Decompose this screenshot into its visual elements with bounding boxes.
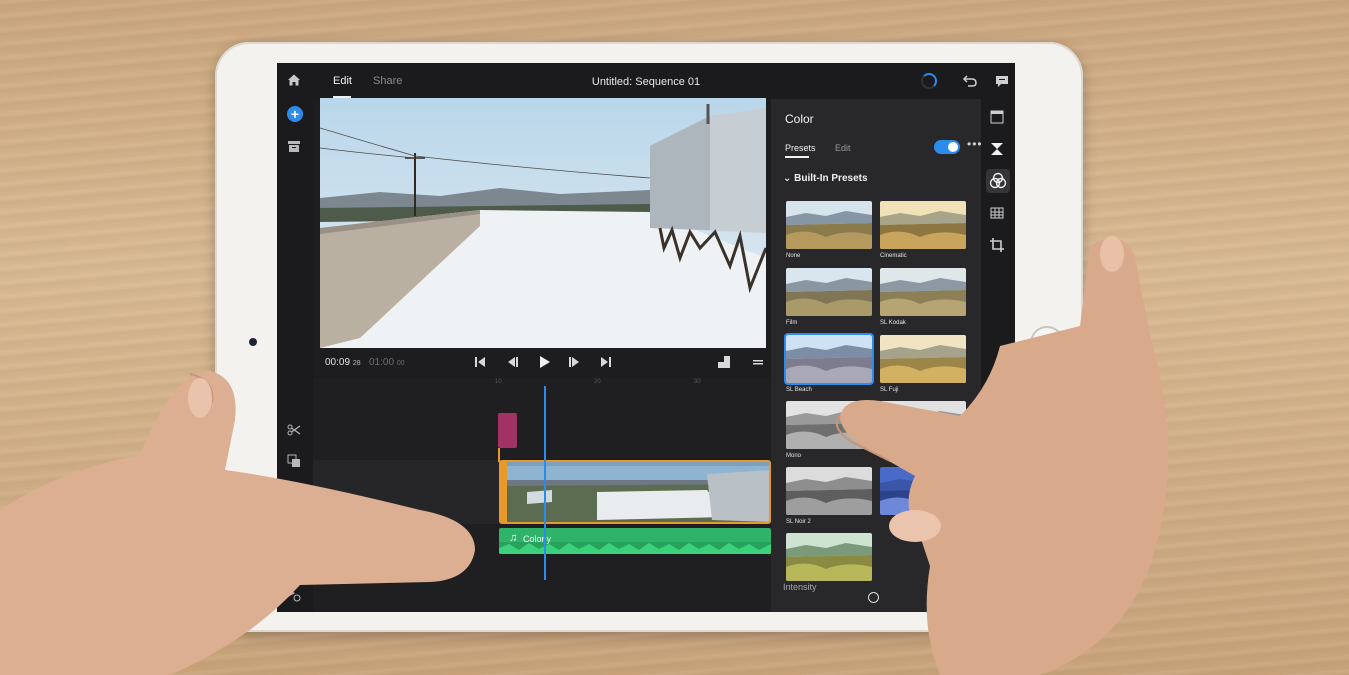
subtab-presets-underline <box>785 156 809 158</box>
video-clip[interactable] <box>499 460 771 524</box>
top-bar: Edit Share Untitled: Sequence 01 <box>277 63 1015 99</box>
audio-clip[interactable]: ♫ Colony <box>499 528 771 554</box>
sync-spinner-icon <box>921 73 937 89</box>
undo-icon[interactable] <box>962 73 978 94</box>
sequence-title: Untitled: Sequence 01 <box>591 76 701 88</box>
titles-panel-icon[interactable] <box>989 109 1007 127</box>
program-monitor[interactable] <box>320 98 766 348</box>
ruler-mark: 30 <box>694 379 701 385</box>
aspect-ratio-icon[interactable] <box>717 355 731 374</box>
comment-icon[interactable] <box>994 73 1010 94</box>
play-icon[interactable] <box>537 355 551 374</box>
monitor-menu-icon[interactable] <box>752 355 764 374</box>
playhead[interactable] <box>544 386 546 580</box>
color-enable-toggle[interactable] <box>934 140 960 154</box>
project-panel-icon[interactable] <box>287 139 303 155</box>
intensity-label: Intensity <box>783 582 817 592</box>
title-clip[interactable] <box>498 413 517 448</box>
right-hand <box>835 236 1168 675</box>
built-in-presets-header[interactable]: ⌄ Built-In Presets <box>783 173 868 184</box>
add-media-button[interactable]: + <box>287 106 303 122</box>
subtab-edit[interactable]: Edit <box>835 143 851 153</box>
color-panel-icon[interactable] <box>986 169 1010 193</box>
audio-clip-label: Colony <box>523 534 552 544</box>
preview-frame-image <box>320 98 766 348</box>
ruler-mark: 20 <box>594 379 601 385</box>
chevron-down-icon: ⌄ <box>783 173 792 184</box>
video-clip-thumbnails <box>507 462 769 522</box>
ruler-mark: 10 <box>495 379 502 385</box>
step-forward-icon[interactable] <box>568 355 582 374</box>
grid-effects-icon[interactable] <box>989 205 1007 223</box>
music-note-icon: ♫ <box>509 532 518 544</box>
panel-title: Color <box>785 112 814 126</box>
go-to-end-icon[interactable] <box>599 355 613 374</box>
transitions-icon[interactable] <box>989 141 1007 159</box>
section-title: Built-In Presets <box>794 173 868 184</box>
left-hand <box>0 370 475 675</box>
subtab-presets[interactable]: Presets <box>785 143 816 153</box>
step-back-icon[interactable] <box>505 355 519 374</box>
front-camera <box>249 338 257 346</box>
